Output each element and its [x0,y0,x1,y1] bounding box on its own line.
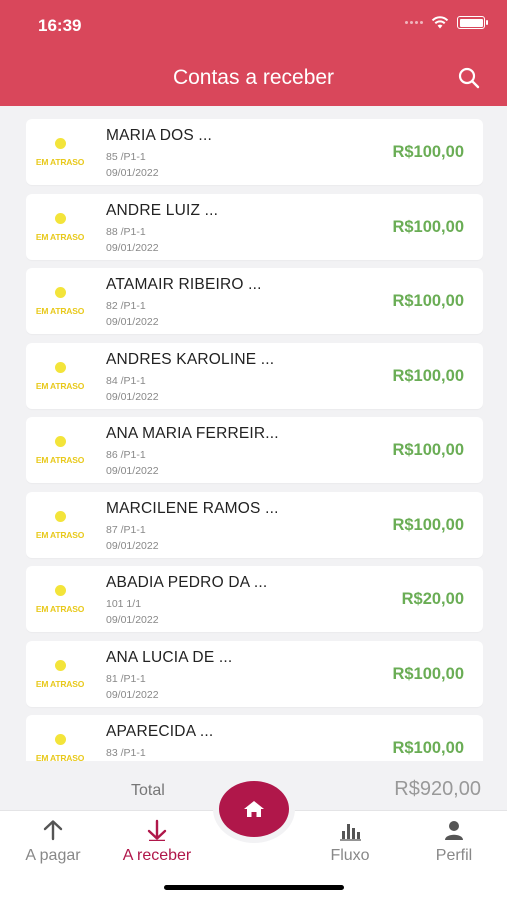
status-dot-icon [55,212,66,224]
status-badge: EM ATRASO [35,678,85,689]
amount: R$100,00 [392,441,464,459]
installment-ref: 101 1/1 [106,598,142,610]
status-badge: EM ATRASO [35,455,85,465]
status-dot-icon [55,659,66,671]
amount: R$100,00 [392,515,464,534]
status-badge: EM ATRASO [35,157,85,167]
search-icon[interactable] [457,66,481,90]
account-card[interactable]: EM ATRASO ANDRE LUIZ ... 88 /P1-1 09/01/… [26,193,483,260]
status-time: 16:39 [38,16,82,35]
client-name: ABADIA PEDRO DA ... [106,574,268,591]
installment-ref: 82 /P1-1 [106,300,146,312]
battery-icon [457,16,488,29]
tab-a-receber[interactable]: A receber [107,817,207,865]
status-badge: EM ATRASO [35,604,85,614]
account-card[interactable]: EM ATRASO MARIA DOS ... 85 /P1-1 09/01/2… [26,119,483,185]
client-name: ANDRE LUIZ ... [106,201,219,219]
account-card[interactable]: EM ATRASO MARCILENE RAMOS ... 87 /P1-1 0… [26,491,483,558]
due-date: 09/01/2022 [106,465,159,477]
installment-ref: 88 /P1-1 [106,225,146,238]
wifi-icon [431,16,449,29]
amount: R$100,00 [392,143,464,161]
status-dot-icon [55,138,66,149]
tab-label: Perfil [435,847,473,864]
home-button[interactable] [219,781,289,837]
tab-fluxo[interactable]: Fluxo [300,817,400,865]
client-name: ANA MARIA FERREIR... [106,425,279,442]
client-name: MARCILENE RAMOS ... [106,499,279,517]
status-badge: EM ATRASO [35,529,85,540]
status-badge: EM ATRASO [35,380,85,391]
due-date: 09/01/2022 [106,316,159,328]
account-card[interactable]: EM ATRASO ATAMAIR RIBEIRO ... 82 /P1-1 0… [26,268,483,334]
home-icon [244,801,264,817]
tab-label: Fluxo [330,847,370,864]
client-name: ANDRES KAROLINE ... [106,350,275,368]
home-indicator [164,885,344,890]
due-date: 09/01/2022 [106,688,159,701]
due-date: 09/01/2022 [106,614,159,626]
tab-perfil[interactable]: Perfil [404,817,504,865]
due-date: 09/01/2022 [106,241,159,254]
user-icon [445,821,463,840]
total-value: R$920,00 [394,778,481,800]
status-dot-icon [55,734,66,745]
cellular-signal-icon [405,21,423,24]
account-card[interactable]: EM ATRASO ANA MARIA FERREIR... 86 /P1-1 … [26,417,483,483]
client-name: APARECIDA ... [106,723,214,740]
account-card[interactable]: EM ATRASO ABADIA PEDRO DA ... 101 1/1 09… [26,566,483,632]
account-card[interactable]: EM ATRASO APARECIDA ... 83 /P1-1 09/01/2… [26,715,483,761]
installment-ref: 81 /P1-1 [106,672,146,685]
arrow-up-icon [43,820,63,841]
page-title: Contas a receber [172,66,335,89]
accounts-list[interactable]: EM ATRASO MARIA DOS ... 85 /P1-1 09/01/2… [26,119,483,761]
tab-label: A receber [122,847,192,864]
status-badge: EM ATRASO [35,231,85,242]
status-badge: EM ATRASO [35,753,85,761]
status-dot-icon [55,585,66,596]
bar-chart-icon [340,824,361,841]
tab-a-pagar[interactable]: A pagar [3,817,103,865]
amount: R$20,00 [401,590,464,608]
total-label: Total [131,782,165,799]
due-date: 09/01/2022 [106,390,159,403]
status-dot-icon [55,436,66,447]
arrow-down-icon [147,819,167,841]
status-dot-icon [55,287,66,298]
amount: R$100,00 [392,739,464,757]
client-name: ANA LUCIA DE ... [106,648,233,666]
installment-ref: 87 /P1-1 [106,523,146,536]
account-card[interactable]: EM ATRASO ANA LUCIA DE ... 81 /P1-1 09/0… [26,640,483,707]
status-icons [405,16,488,29]
due-date: 09/01/2022 [106,539,159,552]
amount: R$100,00 [392,366,464,385]
amount: R$100,00 [392,664,464,683]
due-date: 09/01/2022 [106,167,159,179]
amount: R$100,00 [392,217,464,236]
installment-ref: 85 /P1-1 [106,151,146,163]
installment-ref: 83 /P1-1 [106,747,146,759]
status-dot-icon [55,510,66,522]
installment-ref: 86 /P1-1 [106,449,146,461]
amount: R$100,00 [392,292,464,310]
installment-ref: 84 /P1-1 [106,374,146,387]
app-header: 16:39 Contas a receber [0,0,507,106]
status-badge: EM ATRASO [35,306,85,316]
client-name: ATAMAIR RIBEIRO ... [106,276,262,293]
status-dot-icon [55,361,66,373]
account-card[interactable]: EM ATRASO ANDRES KAROLINE ... 84 /P1-1 0… [26,342,483,409]
client-name: MARIA DOS ... [106,127,212,144]
tab-label: A pagar [25,847,81,864]
